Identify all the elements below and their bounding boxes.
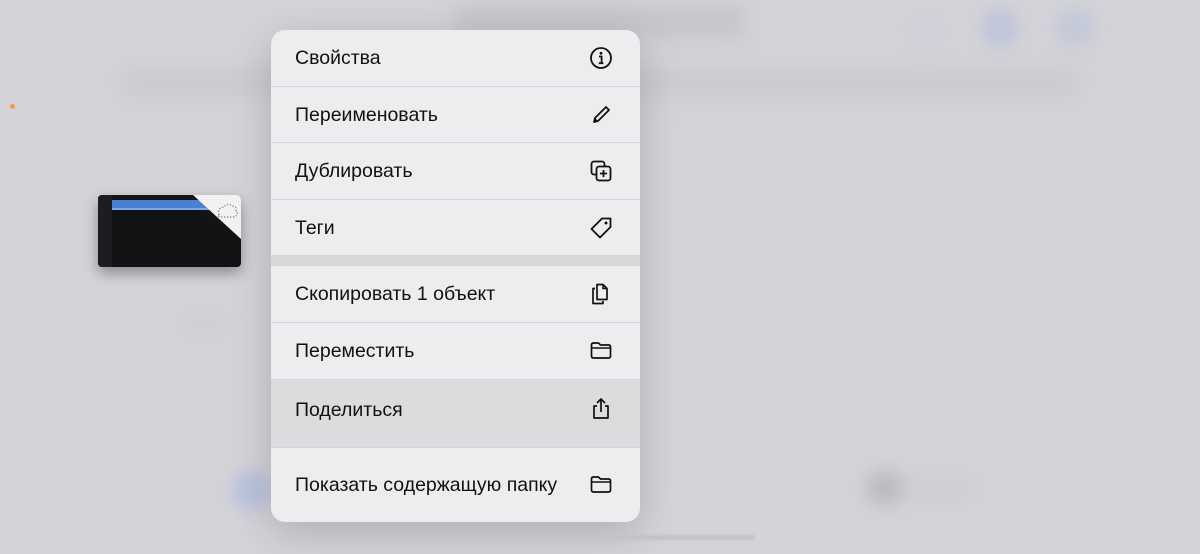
context-menu: Свойства Переименовать Дублировать Теги …	[271, 30, 640, 522]
menu-item-label: Дублировать	[295, 160, 413, 182]
menu-item-label: Скопировать 1 объект	[295, 283, 496, 305]
menu-item-label: Показать содержащую папку	[295, 474, 558, 496]
menu-item-label: Поделиться	[295, 399, 403, 421]
copy-doc-icon	[588, 281, 614, 307]
menu-item-rename[interactable]: Переименовать	[271, 87, 640, 143]
share-icon	[588, 396, 614, 422]
blurred-file-label	[185, 318, 225, 328]
file-thumbnail[interactable]	[98, 195, 241, 267]
blurred-tab-label	[905, 482, 975, 496]
blurred-tab-icon	[232, 470, 272, 510]
menu-item-label: Переместить	[295, 340, 415, 362]
folder-icon	[588, 472, 614, 498]
menu-item-show-enclosing-folder[interactable]: Показать содержащую папку	[271, 448, 640, 522]
menu-item-duplicate[interactable]: Дублировать	[271, 143, 640, 200]
home-indicator	[445, 535, 755, 540]
status-dot	[10, 104, 15, 109]
info-icon	[588, 45, 614, 71]
blurred-toolbar-button	[905, 10, 945, 50]
tag-icon	[588, 215, 614, 241]
blurred-toolbar-button	[980, 8, 1020, 48]
menu-item-label: Теги	[295, 216, 335, 239]
blurred-toolbar-button	[1055, 8, 1095, 48]
menu-item-move[interactable]: Переместить	[271, 323, 640, 380]
menu-group-separator	[271, 255, 640, 266]
menu-item-copy[interactable]: Скопировать 1 объект	[271, 266, 640, 323]
cloud-download-icon	[193, 195, 241, 239]
duplicate-icon	[588, 158, 614, 184]
menu-item-share[interactable]: Поделиться	[271, 380, 640, 448]
menu-item-properties[interactable]: Свойства	[271, 30, 640, 87]
pencil-icon	[588, 102, 614, 128]
blurred-tab-icon	[865, 470, 905, 506]
folder-icon	[588, 338, 614, 364]
menu-item-tags[interactable]: Теги	[271, 200, 640, 255]
menu-item-label: Переименовать	[295, 103, 438, 126]
menu-item-label: Свойства	[295, 47, 381, 69]
thumbnail-sidebar	[98, 195, 112, 267]
